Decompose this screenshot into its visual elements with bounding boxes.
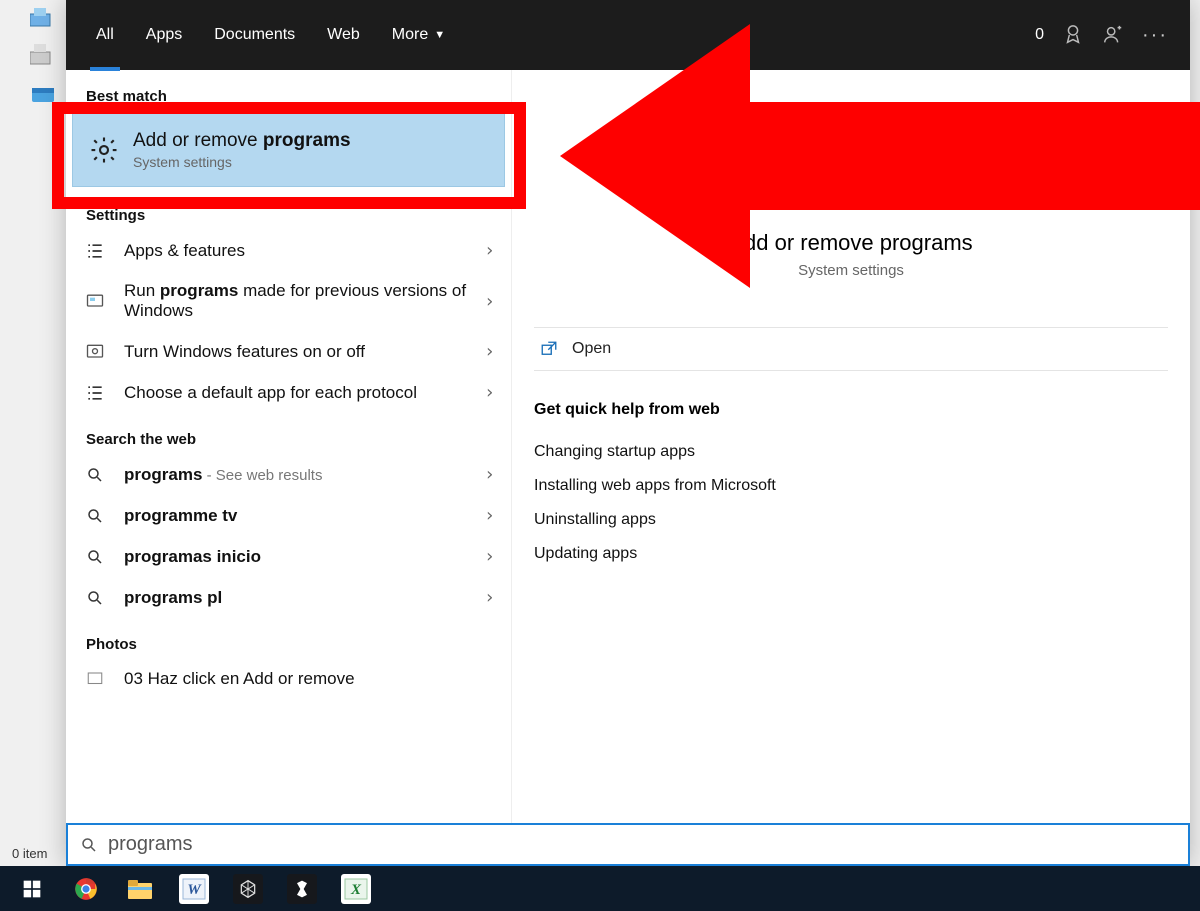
features-icon <box>80 342 110 362</box>
open-icon <box>540 340 558 358</box>
settings-result-apps-features[interactable]: Apps & features › <box>66 230 511 271</box>
desktop-icon[interactable] <box>30 6 66 38</box>
tab-all[interactable]: All <box>80 0 130 70</box>
search-icon <box>80 836 98 854</box>
result-title: Choose a default app for each protocol <box>124 383 470 403</box>
results-column: Best match Add or remove programs System… <box>66 70 512 866</box>
help-link[interactable]: Changing startup apps <box>534 435 1168 469</box>
compat-icon <box>80 291 110 311</box>
photo-result[interactable]: 03 Haz click en Add or remove <box>66 659 511 699</box>
detail-title: Add or remove programs <box>534 230 1168 256</box>
result-title: Apps & features <box>124 241 470 261</box>
result-title: Run programs made for previous versions … <box>124 281 470 321</box>
gear-icon <box>89 135 119 165</box>
chevron-right-icon: › <box>484 382 495 403</box>
taskbar-chrome[interactable] <box>60 866 112 911</box>
tab-label: Web <box>327 26 360 44</box>
tab-documents[interactable]: Documents <box>198 0 311 70</box>
search-tabs: All Apps Documents Web More ▼ 0 ··· <box>66 0 1190 70</box>
desktop-icon[interactable] <box>30 84 66 116</box>
detail-subtitle: System settings <box>534 262 1168 279</box>
web-result[interactable]: programme tv › <box>66 495 511 536</box>
detail-column: Add or remove programs System settings O… <box>512 70 1190 866</box>
rewards-icon[interactable] <box>1062 24 1084 46</box>
account-icon[interactable] <box>1102 24 1124 46</box>
chevron-right-icon: › <box>484 587 495 608</box>
tab-more[interactable]: More ▼ <box>376 0 461 70</box>
chevron-down-icon: ▼ <box>434 29 445 41</box>
taskbar-unity[interactable] <box>276 866 328 911</box>
rewards-count: 0 <box>1035 26 1044 44</box>
web-result[interactable]: programs pl › <box>66 577 511 618</box>
search-icon <box>80 589 110 607</box>
search-input[interactable] <box>108 833 1176 856</box>
section-search-web: Search the web <box>66 413 511 454</box>
help-link[interactable]: Installing web apps from Microsoft <box>534 469 1168 503</box>
tab-label: All <box>96 26 114 44</box>
search-icon <box>80 507 110 525</box>
result-title: Turn Windows features on or off <box>124 342 470 362</box>
best-match-result[interactable]: Add or remove programs System settings › <box>72 113 505 187</box>
tab-web[interactable]: Web <box>311 0 376 70</box>
result-title: programs pl <box>124 588 470 608</box>
tab-label: Documents <box>214 26 295 44</box>
settings-result-windows-features[interactable]: Turn Windows features on or off › <box>66 331 511 372</box>
taskbar-excel[interactable]: X <box>330 866 382 911</box>
section-photos: Photos <box>66 618 511 659</box>
svg-text:W: W <box>187 882 202 898</box>
open-label: Open <box>572 340 611 358</box>
result-title: 03 Haz click en Add or remove <box>124 669 495 689</box>
more-options-icon[interactable]: ··· <box>1142 24 1168 47</box>
chevron-right-icon: › <box>484 546 495 567</box>
tab-label: More <box>392 26 428 44</box>
section-best-match: Best match <box>66 70 511 111</box>
photo-icon <box>80 670 110 688</box>
help-link[interactable]: Uninstalling apps <box>534 503 1168 537</box>
search-panel: All Apps Documents Web More ▼ 0 ··· Best… <box>66 0 1190 866</box>
help-link[interactable]: Updating apps <box>534 537 1168 571</box>
search-bar <box>66 823 1190 866</box>
result-title: programme tv <box>124 506 470 526</box>
settings-result-default-app-protocol[interactable]: Choose a default app for each protocol › <box>66 372 511 413</box>
taskbar-unity-hub[interactable] <box>222 866 274 911</box>
tab-apps[interactable]: Apps <box>130 0 198 70</box>
web-result[interactable]: programas inicio › <box>66 536 511 577</box>
desktop-icon[interactable] <box>30 44 66 76</box>
settings-result-compat[interactable]: Run programs made for previous versions … <box>66 271 511 331</box>
result-subtitle: System settings <box>133 154 488 170</box>
chevron-right-icon: › <box>484 240 495 261</box>
chevron-right-icon: › <box>484 464 495 485</box>
svg-text:X: X <box>350 882 362 898</box>
section-settings: Settings <box>66 189 511 230</box>
explorer-item-count: 0 item <box>12 846 47 861</box>
help-header: Get quick help from web <box>534 401 1168 419</box>
chevron-right-icon: › <box>484 505 495 526</box>
list-icon <box>80 241 110 261</box>
web-result[interactable]: programs - See web results › <box>66 454 511 495</box>
start-button[interactable] <box>6 866 58 911</box>
chevron-right-icon: › <box>484 291 495 312</box>
result-title: programs - See web results <box>124 465 470 485</box>
list-icon <box>80 383 110 403</box>
open-action[interactable]: Open <box>534 327 1168 371</box>
tab-label: Apps <box>146 26 182 44</box>
taskbar: W X <box>0 866 1200 911</box>
search-icon <box>80 548 110 566</box>
chevron-right-icon: › <box>484 341 495 362</box>
result-title: Add or remove programs <box>133 130 488 152</box>
result-title: programas inicio <box>124 547 470 567</box>
taskbar-explorer[interactable] <box>114 866 166 911</box>
taskbar-word[interactable]: W <box>168 866 220 911</box>
search-icon <box>80 466 110 484</box>
